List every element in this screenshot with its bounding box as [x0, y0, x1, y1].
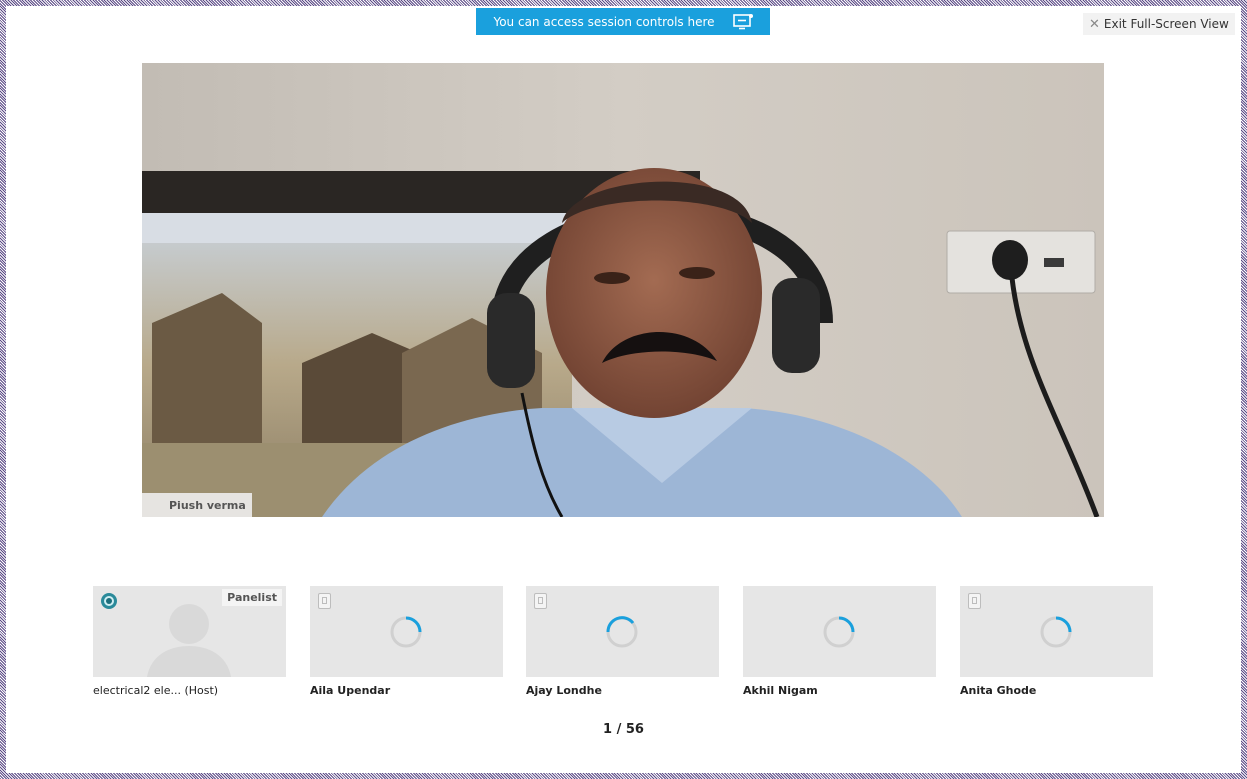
participant-thumbnail[interactable]: Panelist electrical2 ele... (Host) [93, 586, 286, 703]
loading-spinner-icon [823, 616, 855, 648]
loading-spinner-icon [606, 616, 638, 648]
session-controls-icon[interactable] [732, 13, 753, 30]
loading-spinner-icon [1040, 616, 1072, 648]
participant-video-tile[interactable] [960, 586, 1153, 677]
participant-name: electrical2 ele... (Host) [93, 677, 286, 703]
exit-fullscreen-button[interactable]: ✕ Exit Full-Screen View [1083, 13, 1235, 35]
session-controls-text: You can access session controls here [493, 14, 715, 29]
participant-thumbnail[interactable]: Aila Upendar [310, 586, 503, 703]
participant-thumbnail[interactable]: Ajay Londhe [526, 586, 719, 703]
avatar-placeholder-icon [147, 604, 231, 677]
participant-video-tile[interactable] [743, 586, 936, 677]
close-icon: ✕ [1089, 16, 1100, 32]
participant-name: Ajay Londhe [526, 677, 719, 703]
main-video-feed[interactable]: Piush verma [142, 63, 1104, 517]
panelist-badge: Panelist [222, 589, 282, 606]
participant-name: Akhil Nigam [743, 677, 936, 703]
session-controls-banner[interactable]: You can access session controls here [476, 8, 770, 35]
video-off-icon [968, 593, 981, 609]
status-icon [101, 593, 117, 609]
main-video-name-tag: Piush verma [142, 493, 252, 517]
loading-spinner-icon [390, 616, 422, 648]
participant-name: Anita Ghode [960, 677, 1153, 703]
participant-video-tile[interactable]: Panelist [93, 586, 286, 677]
participant-thumbnail[interactable]: Anita Ghode [960, 586, 1153, 703]
participant-video-tile[interactable] [526, 586, 719, 677]
participant-video-tile[interactable] [310, 586, 503, 677]
video-off-icon [318, 593, 331, 609]
page-indicator: 1 / 56 [603, 722, 644, 737]
participant-thumbnail[interactable]: Akhil Nigam [743, 586, 936, 703]
video-off-icon [534, 593, 547, 609]
exit-fullscreen-label: Exit Full-Screen View [1103, 17, 1229, 31]
participant-name: Aila Upendar [310, 677, 503, 703]
